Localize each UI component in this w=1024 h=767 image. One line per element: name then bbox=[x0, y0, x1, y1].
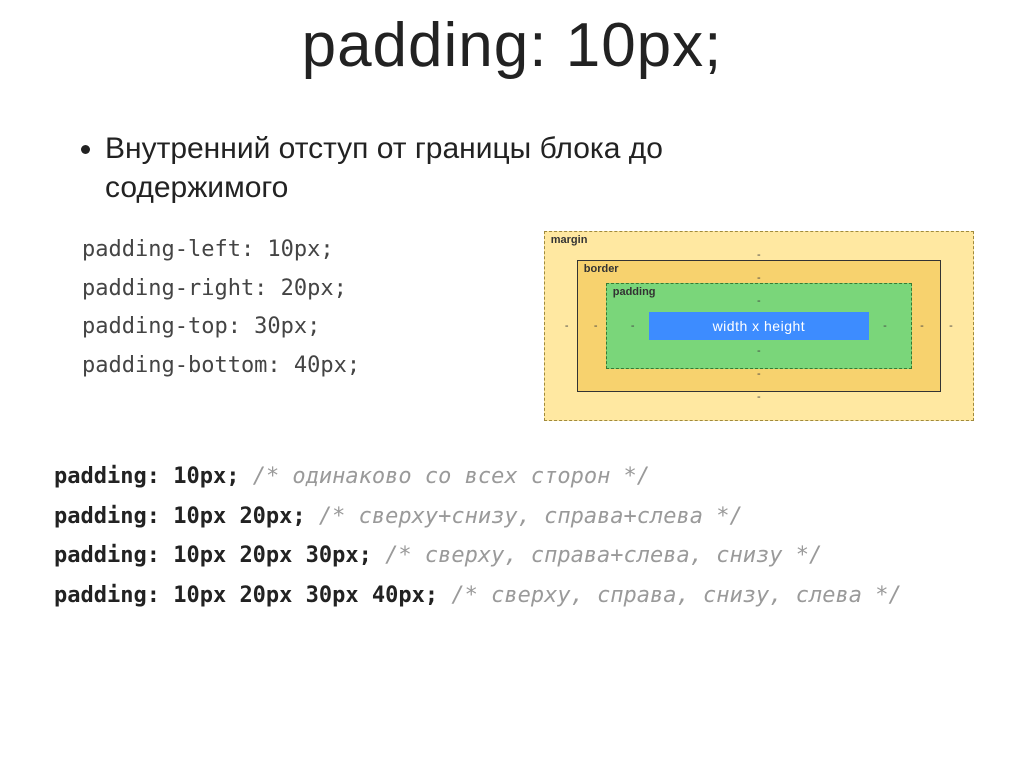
dash-mark: - bbox=[918, 320, 926, 332]
bullet-item: Внутренний отступ от границы блока до со… bbox=[105, 129, 745, 207]
content-box: width x height bbox=[649, 312, 869, 340]
dash-mark: - bbox=[592, 320, 600, 332]
individual-padding-code: padding-left: 10px; padding-right: 20px;… bbox=[50, 231, 534, 385]
dash-mark: - bbox=[947, 320, 955, 332]
dash-mark: - bbox=[629, 296, 889, 306]
padding-label: padding bbox=[613, 286, 656, 298]
code-line: padding: 10px; /* одинаково со всех стор… bbox=[54, 457, 974, 497]
box-model-diagram: margin - - border - - padding bbox=[544, 231, 974, 421]
shorthand-padding-code: padding: 10px; /* одинаково со всех стор… bbox=[50, 457, 974, 615]
dash-mark: - bbox=[563, 250, 955, 260]
code-line: padding: 10px 20px 30px 40px; /* сверху,… bbox=[54, 576, 974, 616]
dash-mark: - bbox=[629, 320, 637, 332]
bullet-list: Внутренний отступ от границы блока до со… bbox=[80, 129, 974, 207]
dash-mark: - bbox=[592, 273, 926, 283]
dash-mark: - bbox=[629, 346, 889, 356]
code-line: padding-left: 10px; bbox=[82, 231, 534, 270]
slide-title: padding: 10px; bbox=[50, 10, 974, 81]
dash-mark: - bbox=[563, 392, 955, 402]
code-line: padding: 10px 20px; /* сверху+снизу, спр… bbox=[54, 497, 974, 537]
code-line: padding-top: 30px; bbox=[82, 308, 534, 347]
border-label: border bbox=[584, 263, 619, 275]
margin-label: margin bbox=[551, 234, 588, 246]
dash-mark: - bbox=[563, 320, 571, 332]
code-line: padding-right: 20px; bbox=[82, 270, 534, 309]
code-line: padding: 10px 20px 30px; /* сверху, спра… bbox=[54, 536, 974, 576]
dash-mark: - bbox=[881, 320, 889, 332]
dash-mark: - bbox=[592, 369, 926, 379]
code-line: padding-bottom: 40px; bbox=[82, 347, 534, 386]
